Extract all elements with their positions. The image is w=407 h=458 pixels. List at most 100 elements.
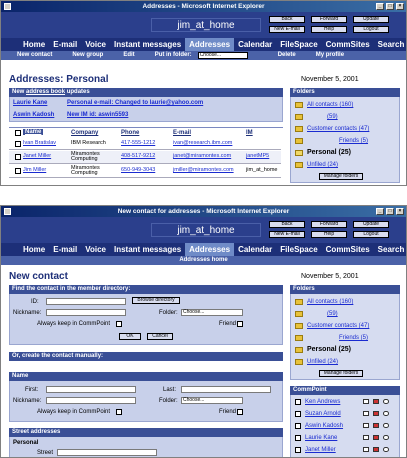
row-checkbox[interactable]	[15, 168, 21, 174]
folder-select-2[interactable]: Choose...	[181, 397, 243, 404]
friend-checkbox-2[interactable]	[237, 409, 243, 415]
phone-icon[interactable]	[383, 435, 389, 440]
row-name[interactable]: Ivan Bratislav	[23, 141, 56, 146]
last-name-field[interactable]	[181, 386, 271, 393]
phone-icon[interactable]	[383, 399, 389, 404]
forward-button[interactable]: Forward	[311, 16, 347, 23]
row-phone[interactable]: 650-949-3043	[121, 168, 155, 173]
update-name-2[interactable]: Aswin Kadosh	[13, 112, 54, 118]
row-phone[interactable]: 408-517-9212	[121, 154, 155, 159]
street-field[interactable]	[57, 449, 157, 456]
nav-addresses[interactable]: Addresses	[185, 38, 235, 51]
folder-59[interactable]: (59)	[327, 311, 338, 317]
folder-select[interactable]: Choose...	[197, 52, 248, 59]
folder-customer-contacts[interactable]: Customer contacts (47)	[307, 126, 369, 132]
im-icon[interactable]	[373, 435, 379, 440]
folder-59[interactable]: (59)	[327, 114, 338, 120]
contact-checkbox[interactable]	[295, 399, 301, 405]
help-button[interactable]: Help	[311, 26, 347, 33]
friend-checkbox[interactable]	[237, 321, 243, 327]
browse-directory-button[interactable]: Browse directory	[132, 297, 180, 304]
folder-personal[interactable]: Personal (25)	[307, 149, 351, 156]
nav-voice[interactable]: Voice	[81, 38, 110, 51]
nav-home[interactable]: Home	[19, 38, 49, 51]
new-contact-link[interactable]: New contact	[7, 51, 62, 60]
maximize-icon[interactable]: □	[386, 208, 394, 215]
select-all-checkbox[interactable]	[15, 130, 21, 136]
im-icon[interactable]	[373, 447, 379, 452]
edit-link[interactable]: Edit	[113, 51, 144, 60]
minimize-icon[interactable]: _	[376, 3, 384, 10]
nickname-field-2[interactable]	[46, 397, 136, 404]
new-email-button[interactable]: New E-mail	[269, 26, 305, 33]
update-msg-1[interactable]: Personal e-mail: Changed to laurie@yahoo…	[67, 100, 203, 106]
first-name-field[interactable]	[46, 386, 136, 393]
nav-email[interactable]: E-mail	[49, 243, 81, 256]
row-name[interactable]: Janet Miller	[23, 154, 51, 159]
email-icon[interactable]	[363, 411, 369, 416]
folder-friends[interactable]: Friends (5)	[339, 138, 368, 144]
folder-all-contacts[interactable]: All contacts (160)	[307, 102, 353, 108]
row-checkbox[interactable]	[15, 154, 21, 160]
phone-icon[interactable]	[383, 411, 389, 416]
nav-email[interactable]: E-mail	[49, 38, 81, 51]
manage-folders-button[interactable]: Manage folders	[319, 370, 363, 377]
nav-filespace[interactable]: FileSpace	[276, 243, 321, 256]
email-icon[interactable]	[363, 423, 369, 428]
minimize-icon[interactable]: _	[376, 208, 384, 215]
address-book-link[interactable]: address book	[26, 89, 65, 95]
logout-button[interactable]: Logout	[353, 231, 389, 238]
close-icon[interactable]: ×	[396, 3, 404, 10]
email-icon[interactable]	[363, 447, 369, 452]
cancel-button[interactable]: Cancel	[147, 333, 173, 340]
update-button[interactable]: Update	[353, 221, 389, 228]
row-im[interactable]: janetMP5	[246, 154, 269, 159]
ok-button[interactable]: OK	[119, 333, 141, 340]
folder-select[interactable]: Choose...	[181, 309, 243, 316]
im-icon[interactable]	[373, 411, 379, 416]
contact-checkbox[interactable]	[295, 411, 301, 417]
contact-checkbox[interactable]	[295, 435, 301, 441]
row-email[interactable]: janet@miramontes.com	[173, 154, 231, 159]
email-icon[interactable]	[363, 435, 369, 440]
folder-unfiled[interactable]: Unfiled (24)	[307, 359, 338, 365]
im-icon[interactable]	[373, 399, 379, 404]
commpoint-contact[interactable]: Laurie Kane	[305, 435, 337, 441]
folder-friends[interactable]: Friends (5)	[339, 335, 368, 341]
folder-unfiled[interactable]: Unfiled (24)	[307, 162, 338, 168]
forward-button[interactable]: Forward	[311, 221, 347, 228]
col-email[interactable]: E-mail	[173, 130, 191, 136]
nav-calendar[interactable]: Calendar	[234, 38, 276, 51]
new-group-link[interactable]: New group	[62, 51, 113, 60]
col-company[interactable]: Company	[71, 130, 98, 136]
nav-instant-messages[interactable]: Instant messages	[110, 243, 185, 256]
row-email[interactable]: jmiller@miramontes.com	[173, 168, 234, 173]
nav-calendar[interactable]: Calendar	[234, 243, 276, 256]
nav-voice[interactable]: Voice	[81, 243, 110, 256]
folder-customer-contacts[interactable]: Customer contacts (47)	[307, 323, 369, 329]
phone-icon[interactable]	[383, 423, 389, 428]
id-field[interactable]	[46, 298, 126, 305]
logout-button[interactable]: Logout	[353, 26, 389, 33]
im-icon[interactable]	[373, 423, 379, 428]
folder-all-contacts[interactable]: All contacts (160)	[307, 299, 353, 305]
nav-home[interactable]: Home	[19, 243, 49, 256]
keep-checkbox-2[interactable]	[116, 409, 122, 415]
nav-search[interactable]: Search	[374, 243, 406, 256]
folder-personal[interactable]: Personal (25)	[307, 346, 351, 353]
contact-checkbox[interactable]	[295, 423, 301, 429]
nav-commsites[interactable]: CommSites	[322, 243, 374, 256]
nickname-field[interactable]	[46, 309, 126, 316]
my-profile-link[interactable]: My profile	[306, 51, 354, 60]
update-msg-2[interactable]: New IM id: aswin5593	[67, 112, 128, 118]
nav-commsites[interactable]: CommSites	[322, 38, 374, 51]
update-button[interactable]: Update	[353, 16, 389, 23]
row-email[interactable]: ivan@research.ibm.com	[173, 141, 232, 146]
manage-folders-button[interactable]: Manage folders	[319, 173, 363, 180]
nav-addresses[interactable]: Addresses	[185, 243, 235, 256]
delete-link[interactable]: Delete	[268, 51, 306, 60]
commpoint-contact[interactable]: Aswin Kadosh	[305, 423, 343, 429]
row-name[interactable]: Jim Miller	[23, 168, 46, 173]
phone-icon[interactable]	[383, 447, 389, 452]
addresses-home-link[interactable]: Addresses home	[169, 256, 237, 265]
